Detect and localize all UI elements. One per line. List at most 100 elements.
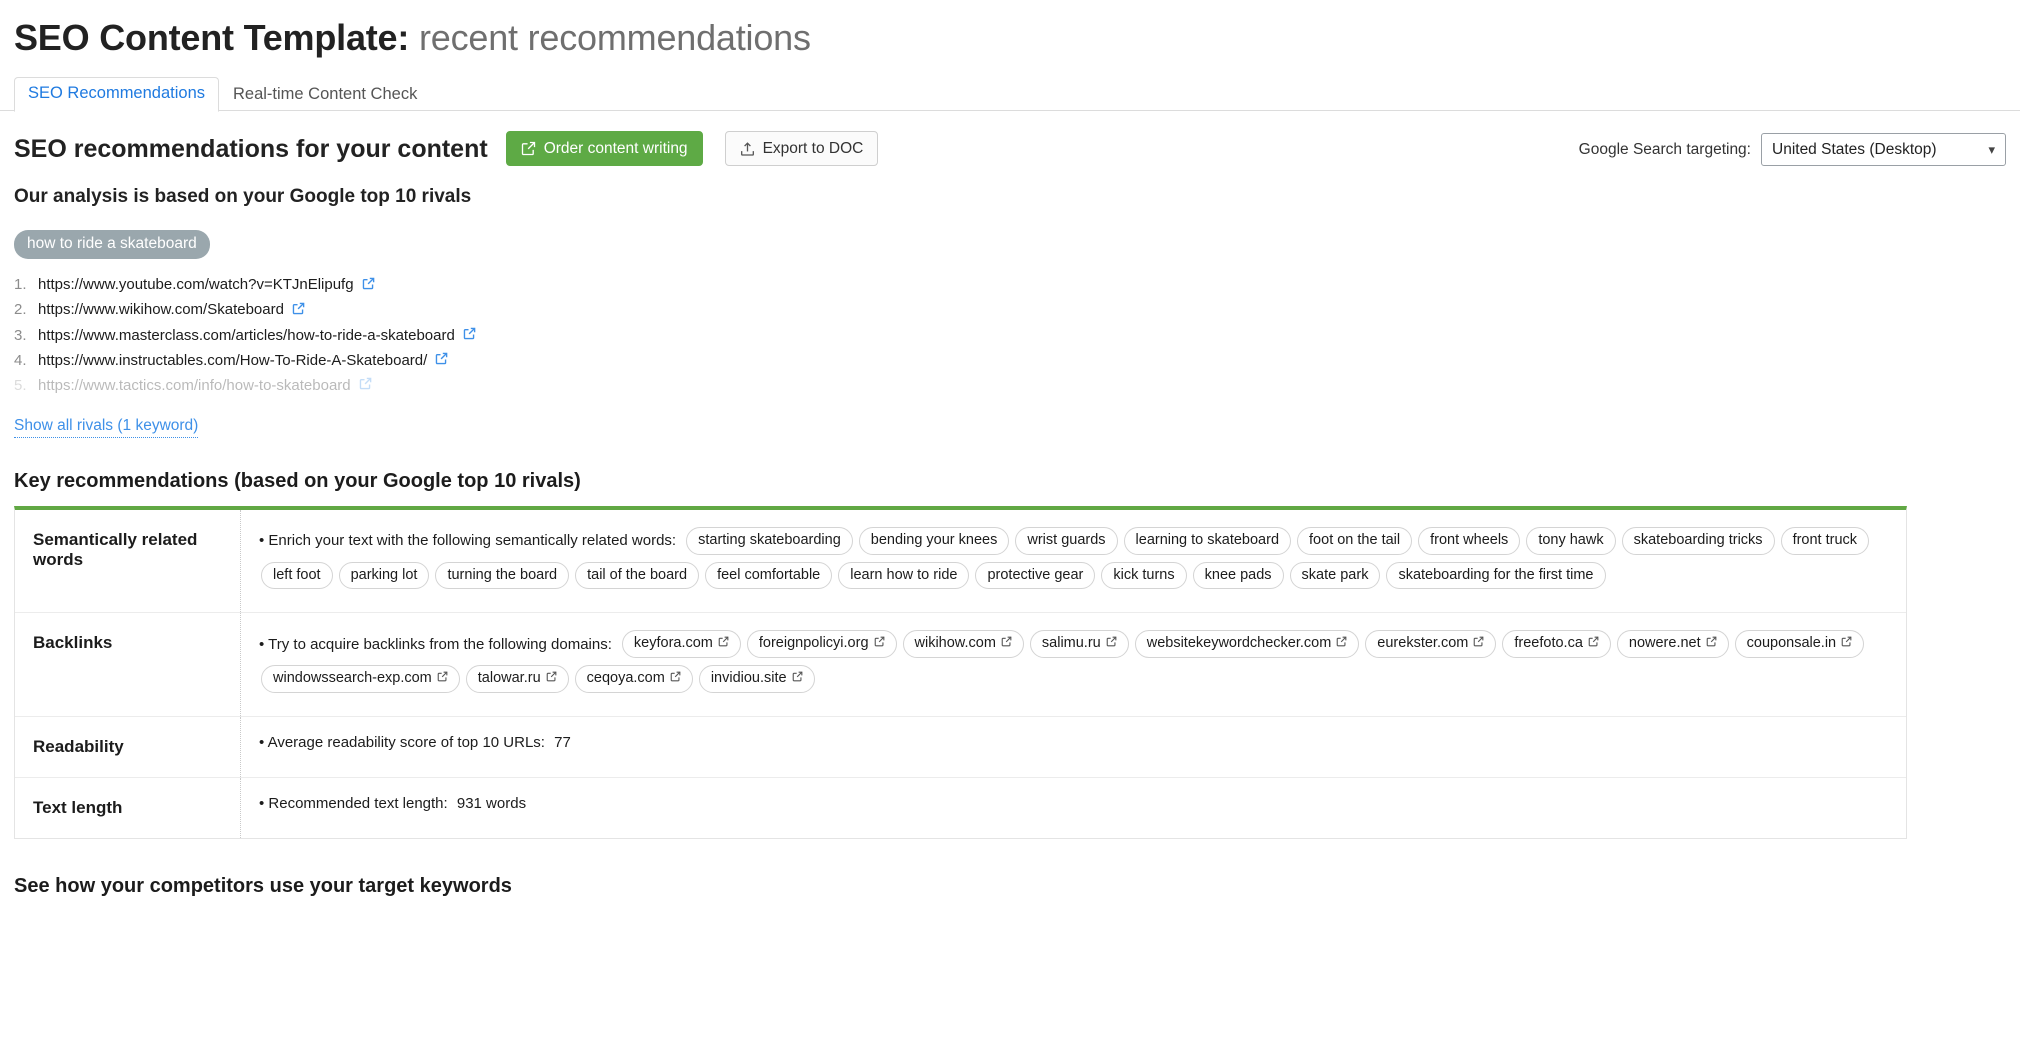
backlink-chip[interactable]: wikihow.com [902, 630, 1024, 658]
backlink-chip[interactable]: couponsale.in [1734, 630, 1865, 658]
list-item[interactable]: https://www.masterclass.com/articles/how… [14, 322, 2020, 347]
chevron-down-icon: ▾ [1988, 141, 1995, 157]
backlink-domain: keyfora.com [633, 635, 713, 652]
key-recommendations-table: Semantically related words • Enrich your… [14, 505, 1907, 839]
keyword-chip[interactable]: front wheels [1418, 526, 1521, 555]
keyword-chip[interactable]: protective gear [975, 561, 1096, 590]
targeting-selected-value: United States (Desktop) [1772, 140, 1937, 158]
keyword-chip[interactable]: feel comfortable [705, 561, 833, 590]
readability-text: • Average readability score of top 10 UR… [259, 733, 545, 751]
external-link-icon [718, 635, 729, 652]
external-link-icon[interactable] [435, 352, 448, 368]
list-item[interactable]: https://www.tactics.com/info/how-to-skat… [14, 373, 2020, 398]
rival-url: https://www.youtube.com/watch?v=KTJnElip… [38, 276, 354, 294]
backlink-chip[interactable]: ceqoya.com [574, 665, 693, 693]
keyword-chip[interactable]: wrist guards [1015, 526, 1118, 555]
backlink-chip[interactable]: keyfora.com [621, 630, 741, 658]
row-label: Text length [15, 777, 241, 838]
external-link-icon [1473, 635, 1484, 652]
list-item[interactable]: https://www.youtube.com/watch?v=KTJnElip… [14, 272, 2020, 297]
external-link-icon[interactable] [463, 327, 476, 343]
page-title-sub: recent recommendations [418, 17, 811, 58]
keyword-chip[interactable]: kick turns [1101, 561, 1187, 590]
readability-value: 77 [554, 733, 571, 751]
external-link-icon [670, 670, 681, 687]
row-prefix: • Enrich your text with the following se… [259, 532, 677, 550]
row-body: • Recommended text length: 931 words [241, 778, 1906, 838]
external-link-icon [1588, 635, 1599, 652]
keyword-chip[interactable]: bending your knees [858, 526, 1010, 555]
external-link-icon [1106, 635, 1117, 652]
targeting-label: Google Search targeting: [1578, 140, 1751, 158]
export-to-doc-button[interactable]: Export to DOC [724, 131, 879, 167]
show-all-rivals-link[interactable]: Show all rivals (1 keyword) [14, 417, 199, 438]
order-content-writing-label: Order content writing [543, 140, 688, 158]
rival-url: https://www.tactics.com/info/how-to-skat… [38, 376, 351, 394]
backlink-chip[interactable]: eurekster.com [1365, 630, 1497, 658]
external-link-icon [1706, 635, 1717, 652]
row-body: • Average readability score of top 10 UR… [241, 717, 1906, 777]
keyword-chip[interactable]: skateboarding for the first time [1386, 561, 1606, 590]
upload-icon [740, 141, 755, 157]
external-link-icon [792, 670, 803, 687]
keyword-chip[interactable]: starting skateboarding [686, 526, 853, 555]
keyword-chip[interactable]: learning to skateboard [1123, 526, 1292, 555]
keyword-chip[interactable]: left foot [261, 561, 333, 590]
rival-url-list: https://www.youtube.com/watch?v=KTJnElip… [0, 272, 2020, 398]
order-content-writing-button[interactable]: Order content writing [505, 131, 703, 167]
table-row: Text length • Recommended text length: 9… [15, 777, 1906, 838]
backlink-chip[interactable]: invidiou.site [698, 665, 815, 693]
backlink-chip[interactable]: freefoto.ca [1502, 630, 1611, 658]
page-title-main: SEO Content Template: [14, 17, 410, 58]
rival-url: https://www.wikihow.com/Skateboard [38, 301, 284, 319]
list-item[interactable]: https://www.wikihow.com/Skateboard [14, 297, 2020, 322]
backlink-domain: salimu.ru [1041, 635, 1101, 652]
backlink-chip[interactable]: windowssearch-exp.com [261, 665, 460, 693]
keyword-chip[interactable]: skate park [1289, 561, 1381, 590]
backlink-chip[interactable]: foreignpolicyi.org [746, 630, 897, 658]
backlink-chip[interactable]: nowere.net [1616, 630, 1729, 658]
section-title: SEO recommendations for your content [14, 134, 488, 163]
google-search-targeting: Google Search targeting: United States (… [1578, 133, 2006, 167]
external-link-icon [1001, 635, 1012, 652]
keyword-chip[interactable]: front truck [1780, 526, 1870, 555]
row-label: Backlinks [15, 613, 241, 716]
row-label: Semantically related words [15, 509, 241, 613]
external-link-icon[interactable] [362, 277, 375, 293]
external-link-icon [1841, 635, 1852, 652]
backlink-chip[interactable]: talowar.ru [465, 665, 569, 693]
section-header: SEO recommendations for your content Ord… [0, 111, 2020, 167]
tab-seo-recommendations[interactable]: SEO Recommendations [14, 77, 219, 113]
keyword-chip[interactable]: turning the board [435, 561, 570, 590]
backlink-domain: invidiou.site [710, 670, 787, 686]
rival-url: https://www.instructables.com/How-To-Rid… [38, 351, 428, 369]
tab-real-time-content-check[interactable]: Real-time Content Check [219, 78, 431, 112]
row-prefix: • Try to acquire backlinks from the foll… [259, 635, 612, 653]
text-length-text: • Recommended text length: [259, 794, 448, 812]
external-link-icon [437, 670, 448, 687]
keyword-chip[interactable]: tail of the board [575, 561, 700, 590]
row-body: • Try to acquire backlinks from the foll… [241, 613, 1906, 715]
analysis-subhead: Our analysis is based on your Google top… [14, 186, 472, 208]
keyword-chip[interactable]: tony hawk [1526, 526, 1616, 555]
targeting-select[interactable]: United States (Desktop) ▾ [1761, 133, 2006, 167]
keyword-chip[interactable]: foot on the tail [1297, 526, 1413, 555]
list-item[interactable]: https://www.instructables.com/How-To-Rid… [14, 348, 2020, 373]
external-link-icon [546, 670, 557, 687]
keyword-chip[interactable]: parking lot [338, 561, 430, 590]
backlink-chip[interactable]: websitekeywordchecker.com [1134, 630, 1360, 658]
keyword-chip[interactable]: skateboarding tricks [1621, 526, 1775, 555]
external-link-icon[interactable] [359, 377, 372, 393]
backlink-chip[interactable]: salimu.ru [1029, 630, 1129, 658]
backlink-domain: eurekster.com [1377, 635, 1469, 652]
backlink-domain: couponsale.in [1746, 635, 1837, 652]
page-title: SEO Content Template: recent recommendat… [0, 0, 2020, 59]
key-recommendations-title: Key recommendations (based on your Googl… [14, 469, 581, 492]
external-link-icon[interactable] [292, 302, 305, 318]
text-length-value: 931 words [456, 794, 527, 812]
pencil-square-icon [521, 141, 536, 156]
keyword-chip[interactable]: learn how to ride [838, 561, 970, 590]
keyword-chip[interactable]: knee pads [1192, 561, 1284, 590]
table-row: Readability • Average readability score … [15, 716, 1906, 778]
export-to-doc-label: Export to DOC [762, 140, 864, 158]
